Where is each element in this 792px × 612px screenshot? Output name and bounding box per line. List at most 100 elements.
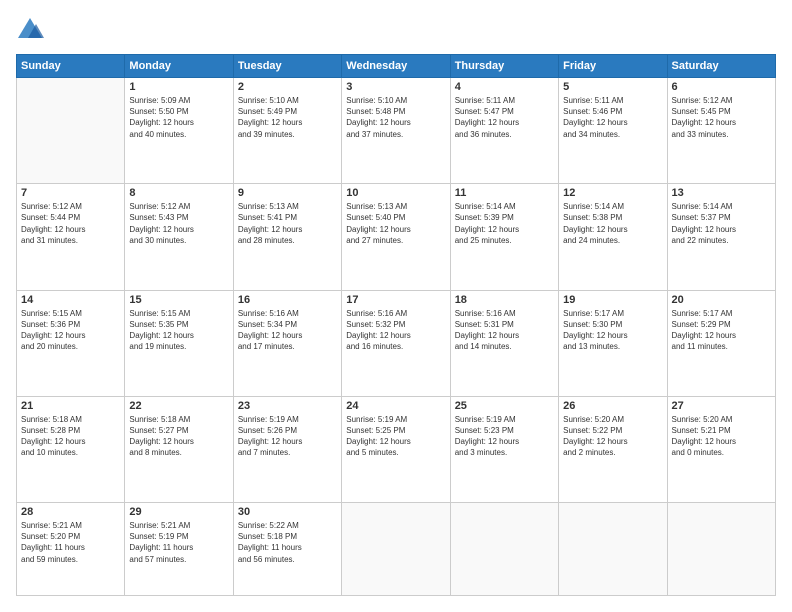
calendar-cell: 14 Sunrise: 5:15 AM Sunset: 5:36 PM Dayli… — [17, 290, 125, 396]
calendar-cell: 11 Sunrise: 5:14 AM Sunset: 5:39 PM Dayli… — [450, 184, 558, 290]
day-info: Sunrise: 5:15 AM Sunset: 5:35 PM Dayligh… — [129, 308, 228, 353]
calendar-cell — [559, 503, 667, 596]
day-number: 15 — [129, 294, 228, 306]
week-row-1: 1 Sunrise: 5:09 AM Sunset: 5:50 PM Daylig… — [17, 78, 776, 184]
day-info: Sunrise: 5:14 AM Sunset: 5:37 PM Dayligh… — [672, 201, 771, 246]
day-info: Sunrise: 5:14 AM Sunset: 5:39 PM Dayligh… — [455, 201, 554, 246]
day-number: 24 — [346, 400, 445, 412]
calendar-cell: 1 Sunrise: 5:09 AM Sunset: 5:50 PM Daylig… — [125, 78, 233, 184]
day-number: 14 — [21, 294, 120, 306]
calendar-cell: 28Sunrise: 5:21 AM Sunset: 5:20 PM Dayli… — [17, 503, 125, 596]
day-number: 7 — [21, 187, 120, 199]
day-number: 20 — [672, 294, 771, 306]
weekday-header-wednesday: Wednesday — [342, 55, 450, 78]
calendar-cell: 27Sunrise: 5:20 AM Sunset: 5:21 PM Dayli… — [667, 396, 775, 502]
day-info: Sunrise: 5:19 AM Sunset: 5:23 PM Dayligh… — [455, 414, 554, 459]
day-info: Sunrise: 5:12 AM Sunset: 5:44 PM Dayligh… — [21, 201, 120, 246]
calendar-cell: 29 Sunrise: 5:21 AM Sunset: 5:19 PM Dayli… — [125, 503, 233, 596]
week-row-3: 14 Sunrise: 5:15 AM Sunset: 5:36 PM Dayli… — [17, 290, 776, 396]
calendar-cell: 13 Sunrise: 5:14 AM Sunset: 5:37 PM Dayli… — [667, 184, 775, 290]
day-info: Sunrise: 5:13 AM Sunset: 5:40 PM Dayligh… — [346, 201, 445, 246]
calendar-cell: 23 Sunrise: 5:19 AM Sunset: 5:26 PM Dayli… — [233, 396, 341, 502]
weekday-header-row: SundayMondayTuesdayWednesdayThursdayFrid… — [17, 55, 776, 78]
day-number: 17 — [346, 294, 445, 306]
day-number: 26 — [563, 400, 662, 412]
calendar-cell: 18 Sunrise: 5:16 AM Sunset: 5:31 PM Dayli… — [450, 290, 558, 396]
day-info: Sunrise: 5:16 AM Sunset: 5:31 PM Dayligh… — [455, 308, 554, 353]
day-info: Sunrise: 5:16 AM Sunset: 5:34 PM Dayligh… — [238, 308, 337, 353]
day-number: 22 — [129, 400, 228, 412]
calendar-cell: 17 Sunrise: 5:16 AM Sunset: 5:32 PM Dayli… — [342, 290, 450, 396]
calendar-cell: 8 Sunrise: 5:12 AM Sunset: 5:43 PM Daylig… — [125, 184, 233, 290]
calendar-cell: 30 Sunrise: 5:22 AM Sunset: 5:18 PM Dayli… — [233, 503, 341, 596]
day-info: Sunrise: 5:15 AM Sunset: 5:36 PM Dayligh… — [21, 308, 120, 353]
day-number: 30 — [238, 506, 337, 518]
day-number: 21 — [21, 400, 120, 412]
day-info: Sunrise: 5:18 AM Sunset: 5:27 PM Dayligh… — [129, 414, 228, 459]
calendar-cell: 5 Sunrise: 5:11 AM Sunset: 5:46 PM Daylig… — [559, 78, 667, 184]
day-info: Sunrise: 5:18 AM Sunset: 5:28 PM Dayligh… — [21, 414, 120, 459]
calendar-cell: 6 Sunrise: 5:12 AM Sunset: 5:45 PM Daylig… — [667, 78, 775, 184]
week-row-4: 21 Sunrise: 5:18 AM Sunset: 5:28 PM Dayli… — [17, 396, 776, 502]
calendar-cell: 20Sunrise: 5:17 AM Sunset: 5:29 PM Dayli… — [667, 290, 775, 396]
weekday-header-tuesday: Tuesday — [233, 55, 341, 78]
calendar-cell — [342, 503, 450, 596]
weekday-header-saturday: Saturday — [667, 55, 775, 78]
day-info: Sunrise: 5:10 AM Sunset: 5:48 PM Dayligh… — [346, 95, 445, 140]
day-info: Sunrise: 5:12 AM Sunset: 5:43 PM Dayligh… — [129, 201, 228, 246]
day-number: 23 — [238, 400, 337, 412]
day-number: 4 — [455, 81, 554, 93]
calendar-cell: 21 Sunrise: 5:18 AM Sunset: 5:28 PM Dayli… — [17, 396, 125, 502]
logo — [16, 16, 48, 44]
calendar-cell: 7 Sunrise: 5:12 AM Sunset: 5:44 PM Daylig… — [17, 184, 125, 290]
day-number: 9 — [238, 187, 337, 199]
day-number: 2 — [238, 81, 337, 93]
day-info: Sunrise: 5:20 AM Sunset: 5:22 PM Dayligh… — [563, 414, 662, 459]
logo-icon — [16, 16, 44, 44]
day-number: 12 — [563, 187, 662, 199]
day-number: 27 — [672, 400, 771, 412]
day-info: Sunrise: 5:19 AM Sunset: 5:26 PM Dayligh… — [238, 414, 337, 459]
weekday-header-thursday: Thursday — [450, 55, 558, 78]
calendar-cell: 10 Sunrise: 5:13 AM Sunset: 5:40 PM Dayli… — [342, 184, 450, 290]
calendar-table: SundayMondayTuesdayWednesdayThursdayFrid… — [16, 54, 776, 596]
calendar-cell — [667, 503, 775, 596]
calendar-cell: 9 Sunrise: 5:13 AM Sunset: 5:41 PM Daylig… — [233, 184, 341, 290]
calendar-cell: 12Sunrise: 5:14 AM Sunset: 5:38 PM Dayli… — [559, 184, 667, 290]
day-number: 13 — [672, 187, 771, 199]
day-info: Sunrise: 5:11 AM Sunset: 5:46 PM Dayligh… — [563, 95, 662, 140]
day-info: Sunrise: 5:11 AM Sunset: 5:47 PM Dayligh… — [455, 95, 554, 140]
day-info: Sunrise: 5:17 AM Sunset: 5:30 PM Dayligh… — [563, 308, 662, 353]
day-info: Sunrise: 5:22 AM Sunset: 5:18 PM Dayligh… — [238, 520, 337, 565]
calendar-cell: 19Sunrise: 5:17 AM Sunset: 5:30 PM Dayli… — [559, 290, 667, 396]
calendar-cell: 22 Sunrise: 5:18 AM Sunset: 5:27 PM Dayli… — [125, 396, 233, 502]
calendar-cell: 24 Sunrise: 5:19 AM Sunset: 5:25 PM Dayli… — [342, 396, 450, 502]
day-number: 6 — [672, 81, 771, 93]
calendar-cell: 25Sunrise: 5:19 AM Sunset: 5:23 PM Dayli… — [450, 396, 558, 502]
calendar-cell: 26 Sunrise: 5:20 AM Sunset: 5:22 PM Dayli… — [559, 396, 667, 502]
day-number: 10 — [346, 187, 445, 199]
weekday-header-friday: Friday — [559, 55, 667, 78]
day-info: Sunrise: 5:19 AM Sunset: 5:25 PM Dayligh… — [346, 414, 445, 459]
calendar-cell: 15 Sunrise: 5:15 AM Sunset: 5:35 PM Dayli… — [125, 290, 233, 396]
weekday-header-sunday: Sunday — [17, 55, 125, 78]
day-number: 1 — [129, 81, 228, 93]
day-number: 29 — [129, 506, 228, 518]
day-number: 16 — [238, 294, 337, 306]
day-number: 8 — [129, 187, 228, 199]
day-info: Sunrise: 5:16 AM Sunset: 5:32 PM Dayligh… — [346, 308, 445, 353]
calendar-cell — [450, 503, 558, 596]
day-info: Sunrise: 5:21 AM Sunset: 5:20 PM Dayligh… — [21, 520, 120, 565]
day-info: Sunrise: 5:21 AM Sunset: 5:19 PM Dayligh… — [129, 520, 228, 565]
day-info: Sunrise: 5:09 AM Sunset: 5:50 PM Dayligh… — [129, 95, 228, 140]
calendar-cell: 16 Sunrise: 5:16 AM Sunset: 5:34 PM Dayli… — [233, 290, 341, 396]
week-row-2: 7 Sunrise: 5:12 AM Sunset: 5:44 PM Daylig… — [17, 184, 776, 290]
day-number: 11 — [455, 187, 554, 199]
calendar-cell — [17, 78, 125, 184]
day-number: 5 — [563, 81, 662, 93]
day-info: Sunrise: 5:12 AM Sunset: 5:45 PM Dayligh… — [672, 95, 771, 140]
day-number: 18 — [455, 294, 554, 306]
page: SundayMondayTuesdayWednesdayThursdayFrid… — [0, 0, 792, 612]
day-info: Sunrise: 5:13 AM Sunset: 5:41 PM Dayligh… — [238, 201, 337, 246]
week-row-5: 28Sunrise: 5:21 AM Sunset: 5:20 PM Dayli… — [17, 503, 776, 596]
